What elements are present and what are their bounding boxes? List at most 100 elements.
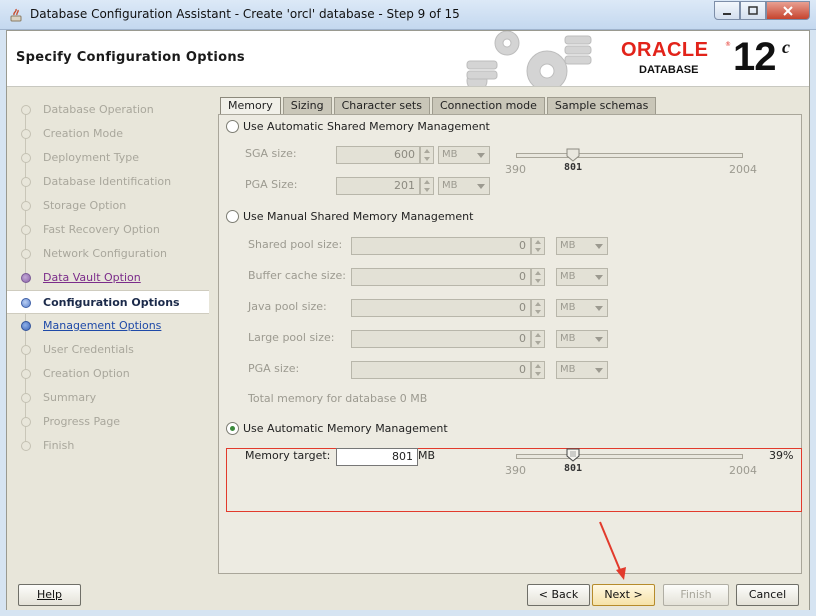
step-status-icon xyxy=(21,129,31,139)
step-status-icon xyxy=(21,177,31,187)
memory-target-unit: MB xyxy=(418,449,436,462)
step-label: Creation Option xyxy=(43,367,130,380)
pga-size-input[interactable]: 201 xyxy=(336,177,420,195)
buffer-cache-size-unit-select[interactable]: MB xyxy=(556,268,608,286)
step-summary: Summary xyxy=(7,386,209,410)
shared-pool-size-unit-value: MB xyxy=(560,240,576,251)
step-label: Data Vault Option xyxy=(43,271,141,284)
close-button[interactable] xyxy=(766,1,810,20)
gears-decoration-icon xyxy=(466,31,592,86)
pga-size-unit-select[interactable]: MB xyxy=(556,361,608,379)
oracle-logo: ORACLE ® DATABASE xyxy=(621,39,731,81)
minimize-button[interactable] xyxy=(714,1,740,20)
java-pool-size-label: Java pool size: xyxy=(248,300,327,313)
back-button-label: < Back xyxy=(538,588,579,601)
step-label: Network Configuration xyxy=(43,247,168,260)
tab-bar: Memory Sizing Character sets Connection … xyxy=(220,97,658,115)
tab-connection-mode-label: Connection mode xyxy=(439,99,537,112)
amm-slider-min: 390 xyxy=(505,464,526,477)
window-title: Database Configuration Assistant - Creat… xyxy=(30,7,460,21)
step-status-icon xyxy=(21,298,31,308)
version-suffix: c xyxy=(782,37,790,57)
tab-sizing[interactable]: Sizing xyxy=(282,97,332,114)
java-app-icon xyxy=(10,8,22,22)
pga-size-unit-value: MB xyxy=(560,364,576,375)
tab-character-sets[interactable]: Character sets xyxy=(333,97,430,114)
pga-size-spinner[interactable] xyxy=(420,177,434,195)
pga-size-input[interactable]: 0 xyxy=(351,361,531,379)
asmm-slider-track[interactable] xyxy=(516,153,743,158)
finish-button[interactable]: Finish xyxy=(663,584,729,606)
asmm-slider-max: 2004 xyxy=(729,163,757,176)
amm-slider-value: 801 xyxy=(564,463,583,474)
pga-size-spinner[interactable] xyxy=(531,361,545,379)
tab-sample-schemas-label: Sample schemas xyxy=(554,99,649,112)
memory-panel: Use Automatic Shared Memory Management S… xyxy=(218,114,802,574)
java-pool-size-unit-select[interactable]: MB xyxy=(556,299,608,317)
step-network-configuration: Network Configuration xyxy=(7,242,209,266)
maximize-button[interactable] xyxy=(740,1,766,20)
window-title-bar: Database Configuration Assistant - Creat… xyxy=(0,0,816,30)
large-pool-size-unit-select[interactable]: MB xyxy=(556,330,608,348)
amm-slider-thumb-icon[interactable] xyxy=(566,448,580,462)
buffer-cache-size-unit-value: MB xyxy=(560,271,576,282)
sga-unit-select[interactable]: MB xyxy=(438,146,490,164)
manual-radio[interactable]: Use Manual Shared Memory Management xyxy=(226,210,473,223)
help-button[interactable]: Help xyxy=(18,584,81,606)
asmm-radio[interactable]: Use Automatic Shared Memory Management xyxy=(226,120,490,133)
tab-connection-mode[interactable]: Connection mode xyxy=(431,97,545,114)
back-button[interactable]: < Back xyxy=(527,584,590,606)
wizard-frame: Specify Configuration Options ORACLE ® D… xyxy=(6,30,810,610)
steps-sidebar: Database Operation Creation Mode Deploymen… xyxy=(7,88,209,566)
minimize-icon xyxy=(723,12,731,15)
large-pool-size-input[interactable]: 0 xyxy=(351,330,531,348)
shared-pool-size-spinner[interactable] xyxy=(531,237,545,255)
version-number: 12 xyxy=(733,35,776,79)
step-management-options[interactable]: Management Options xyxy=(7,314,209,338)
annotation-arrow-icon xyxy=(599,521,626,580)
pga-unit-value: MB xyxy=(442,180,458,191)
pga-unit-select[interactable]: MB xyxy=(438,177,490,195)
step-status-icon xyxy=(21,249,31,259)
memory-target-input[interactable]: 801 xyxy=(336,448,418,466)
wizard-header: Specify Configuration Options ORACLE ® D… xyxy=(7,31,809,87)
amm-label: Use Automatic Memory Management xyxy=(243,422,448,435)
asmm-slider-thumb-icon[interactable] xyxy=(566,148,580,162)
manual-radio-button[interactable] xyxy=(226,210,239,223)
cancel-button[interactable]: Cancel xyxy=(736,584,799,606)
buffer-cache-size-input[interactable]: 0 xyxy=(351,268,531,286)
step-label: Database Identification xyxy=(43,175,172,188)
amm-slider-track[interactable] xyxy=(516,454,743,459)
amm-radio-button[interactable] xyxy=(226,422,239,435)
asmm-radio-button[interactable] xyxy=(226,120,239,133)
shared-pool-size-unit-select[interactable]: MB xyxy=(556,237,608,255)
step-label: Creation Mode xyxy=(43,127,124,140)
page-title: Specify Configuration Options xyxy=(16,50,245,65)
oracle-brand-sub: DATABASE xyxy=(639,64,699,76)
sga-size-input[interactable]: 600 xyxy=(336,146,420,164)
tab-memory[interactable]: Memory xyxy=(220,97,281,115)
finish-button-label: Finish xyxy=(680,588,712,601)
step-label: Storage Option xyxy=(43,199,127,212)
step-data-vault-option[interactable]: Data Vault Option xyxy=(7,266,209,290)
step-label: Deployment Type xyxy=(43,151,140,164)
step-status-icon xyxy=(21,345,31,355)
sga-size-spinner[interactable] xyxy=(420,146,434,164)
step-database-identification: Database Identification xyxy=(7,170,209,194)
java-pool-size-input[interactable]: 0 xyxy=(351,299,531,317)
step-status-icon xyxy=(21,417,31,427)
asmm-slider-min: 390 xyxy=(505,163,526,176)
step-label: Finish xyxy=(43,439,75,452)
step-status-icon xyxy=(21,321,31,331)
buffer-cache-size-spinner[interactable] xyxy=(531,268,545,286)
large-pool-size-spinner[interactable] xyxy=(531,330,545,348)
amm-slider-max: 2004 xyxy=(729,464,757,477)
total-memory-text: Total memory for database 0 MB xyxy=(248,392,428,405)
step-label: Fast Recovery Option xyxy=(43,223,160,236)
tab-sample-schemas[interactable]: Sample schemas xyxy=(546,97,657,114)
tab-sizing-label: Sizing xyxy=(290,99,324,112)
java-pool-size-spinner[interactable] xyxy=(531,299,545,317)
shared-pool-size-input[interactable]: 0 xyxy=(351,237,531,255)
next-button[interactable]: Next > xyxy=(592,584,655,606)
amm-radio[interactable]: Use Automatic Memory Management xyxy=(226,422,448,435)
